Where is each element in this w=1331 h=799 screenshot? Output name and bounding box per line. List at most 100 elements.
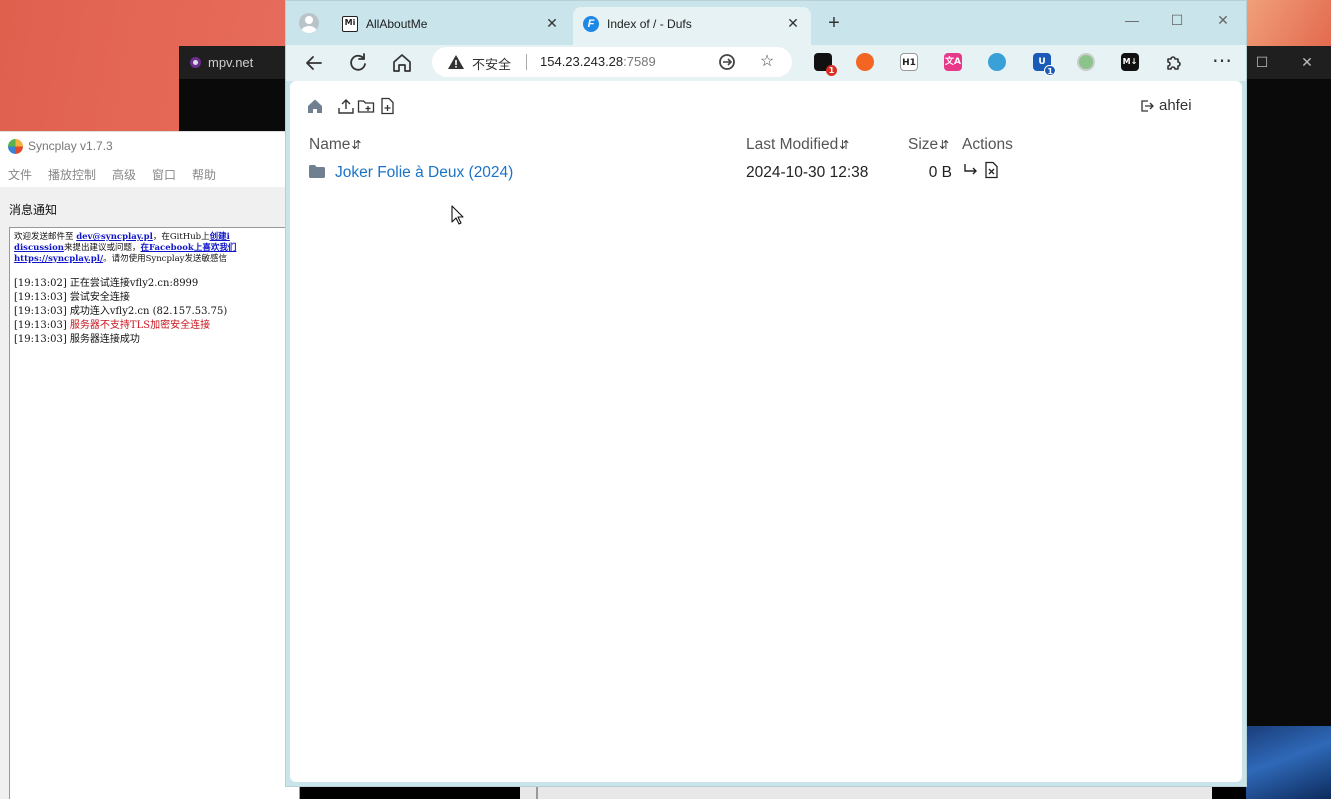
maximize-icon[interactable]: ☐ <box>1165 12 1189 29</box>
browser-toolbar: 不安全 154.23.243.28:7589 ☆ 1 H1 文A U1 M↓ ⋯ <box>286 45 1246 81</box>
column-label: Name <box>309 136 351 153</box>
website-link[interactable]: https://syncplay.pl/ <box>14 254 103 264</box>
ext-markdown-icon[interactable]: M↓ <box>1121 53 1139 71</box>
message-log[interactable]: 欢迎发送邮件至 dev@syncplay.pl，在GitHub上创建i disc… <box>9 227 300 799</box>
minimize-icon[interactable]: — <box>1120 12 1144 28</box>
close-icon[interactable]: ✕ <box>1297 54 1317 71</box>
extensions-puzzle-icon[interactable] <box>1162 51 1186 75</box>
delete-icon[interactable] <box>982 161 1000 179</box>
log-text-error: 服务器不支持TLS加密安全连接 <box>69 320 211 331</box>
url-host: 154.23.243.28 <box>540 54 624 69</box>
address-bar[interactable]: 不安全 154.23.243.28:7589 ☆ <box>432 47 792 77</box>
profile-avatar-icon[interactable] <box>299 13 319 33</box>
log-line: [19:13:02] 正在尝试连接vfly2.cn:8999 <box>14 277 295 291</box>
sort-icon[interactable]: ⇵ <box>939 138 949 152</box>
column-header-modified[interactable]: Last Modified⇵ <box>746 136 849 154</box>
ext-globe-icon[interactable] <box>988 53 1006 71</box>
column-label: Last Modified <box>746 136 839 153</box>
tab-label: AllAboutMe <box>366 17 428 31</box>
syncplay-titlebar[interactable]: Syncplay v1.7.3 <box>0 132 300 160</box>
upload-icon[interactable] <box>337 97 355 115</box>
email-link[interactable]: dev@syncplay.pl <box>76 232 153 242</box>
mi-icon: Mi <box>342 16 358 32</box>
intro-line-2: discussion来提出建议或问题，在Facebook上喜欢我们 <box>14 243 295 254</box>
logout-icon[interactable] <box>1140 99 1154 113</box>
log-line: [19:13:03] 成功连入vfly2.cn (82.157.53.75) <box>14 305 295 319</box>
syncplay-window[interactable]: Syncplay v1.7.3 文件 播放控制 高级 窗口 帮助 消息通知 欢迎… <box>0 131 300 799</box>
ext-h1-icon[interactable]: H1 <box>900 53 918 71</box>
table-row[interactable]: Joker Folie à Deux (2024) 2024-10-30 12:… <box>290 161 1242 185</box>
log-time: [19:13:03] <box>14 320 67 331</box>
intro-text: ，在GitHub上 <box>152 232 210 242</box>
intro-line-1: 欢迎发送邮件至 dev@syncplay.pl，在GitHub上创建i <box>14 232 295 243</box>
github-link[interactable]: 创建i <box>210 232 230 242</box>
dufs-f-icon: F <box>583 16 599 32</box>
tab-strip: Mi AllAboutMe ✕ F Index of / - Dufs ✕ + … <box>286 1 1246 45</box>
log-line: [19:13:03] 服务器不支持TLS加密安全连接 <box>14 319 295 333</box>
ext-u-icon[interactable]: U1 <box>1033 53 1056 76</box>
column-label: Size <box>908 136 939 153</box>
url-port: :7589 <box>623 54 656 69</box>
syncplay-logo-icon <box>8 139 23 154</box>
log-text: 正在尝试连接vfly2.cn:8999 <box>69 278 199 289</box>
read-aloud-icon[interactable] <box>717 52 737 72</box>
close-window-icon[interactable]: ✕ <box>1211 12 1235 29</box>
size-value: 0 B <box>928 164 952 181</box>
not-secure-label[interactable]: 不安全 <box>472 54 511 73</box>
mouse-cursor-icon <box>451 205 464 225</box>
facebook-link[interactable]: 在Facebook上喜欢我们 <box>140 243 236 253</box>
log-time: [19:13:03] <box>14 306 67 317</box>
favorite-star-icon[interactable]: ☆ <box>757 52 777 72</box>
new-file-icon[interactable] <box>378 97 396 115</box>
log-time: [19:13:03] <box>14 292 67 303</box>
intro-line-3: https://syncplay.pl/。请勿使用Syncplay发送敏感信 <box>14 254 295 265</box>
username: ahfei <box>1159 97 1192 114</box>
log-line: [19:13:03] 尝试安全连接 <box>14 291 295 305</box>
column-header-size[interactable]: Size⇵ <box>908 136 949 154</box>
url-text[interactable]: 154.23.243.28:7589 <box>540 54 656 69</box>
intro-text: 欢迎发送邮件至 <box>14 232 77 242</box>
tab-close-icon[interactable]: ✕ <box>544 15 560 32</box>
ext-badge: 1 <box>1044 65 1056 76</box>
log-line: [19:13:03] 服务器连接成功 <box>14 333 295 347</box>
tab-dufs[interactable]: F Index of / - Dufs ✕ <box>573 7 811 45</box>
tab-close-icon[interactable]: ✕ <box>785 15 801 32</box>
log-text: 成功连入vfly2.cn (82.157.53.75) <box>69 306 228 317</box>
menu-file[interactable]: 文件 <box>8 166 32 183</box>
move-icon[interactable] <box>962 161 980 179</box>
log-text: 尝试安全连接 <box>69 292 130 303</box>
new-folder-icon[interactable] <box>357 97 375 115</box>
sort-icon[interactable]: ⇵ <box>839 138 849 152</box>
column-header-name[interactable]: Name⇵ <box>309 136 361 154</box>
ext-green-circle-icon[interactable] <box>1077 53 1095 71</box>
intro-text: 。请勿使用Syncplay发送敏感信 <box>103 254 227 264</box>
more-menu-icon[interactable]: ⋯ <box>1210 51 1234 75</box>
maximize-icon[interactable]: ☐ <box>1252 54 1272 71</box>
syncplay-menubar: 文件 播放控制 高级 窗口 帮助 <box>0 160 300 187</box>
messages-label: 消息通知 <box>9 203 58 217</box>
menu-window[interactable]: 窗口 <box>152 166 176 183</box>
menu-advanced[interactable]: 高级 <box>112 166 136 183</box>
tab-allaboutme[interactable]: Mi AllAboutMe ✕ <box>332 7 570 41</box>
desktop-wallpaper-edge <box>1246 0 1331 46</box>
browser-window[interactable]: Mi AllAboutMe ✕ F Index of / - Dufs ✕ + … <box>285 0 1247 787</box>
ext-orange-blob-icon[interactable] <box>856 53 874 71</box>
back-icon[interactable] <box>302 51 326 75</box>
menu-playback[interactable]: 播放控制 <box>48 166 96 183</box>
desktop-wallpaper-corner <box>1246 726 1331 799</box>
discussion-link[interactable]: discussion <box>14 243 64 253</box>
log-text: 服务器连接成功 <box>69 334 140 345</box>
folder-link[interactable]: Joker Folie à Deux (2024) <box>335 164 513 182</box>
background-window-edge <box>520 785 1212 799</box>
refresh-icon[interactable] <box>346 51 370 75</box>
home-icon[interactable] <box>390 51 414 75</box>
ext-black-square-icon[interactable]: 1 <box>814 53 837 76</box>
sort-icon[interactable]: ⇵ <box>351 138 361 152</box>
menu-help[interactable]: 帮助 <box>192 166 216 183</box>
ext-translate-icon[interactable]: 文A <box>944 53 962 71</box>
new-tab-icon[interactable]: + <box>824 11 844 35</box>
warning-icon[interactable] <box>447 53 465 71</box>
ext-badge: 1 <box>826 65 837 76</box>
home-icon[interactable] <box>306 97 324 115</box>
syncplay-window-title: Syncplay v1.7.3 <box>28 139 113 153</box>
